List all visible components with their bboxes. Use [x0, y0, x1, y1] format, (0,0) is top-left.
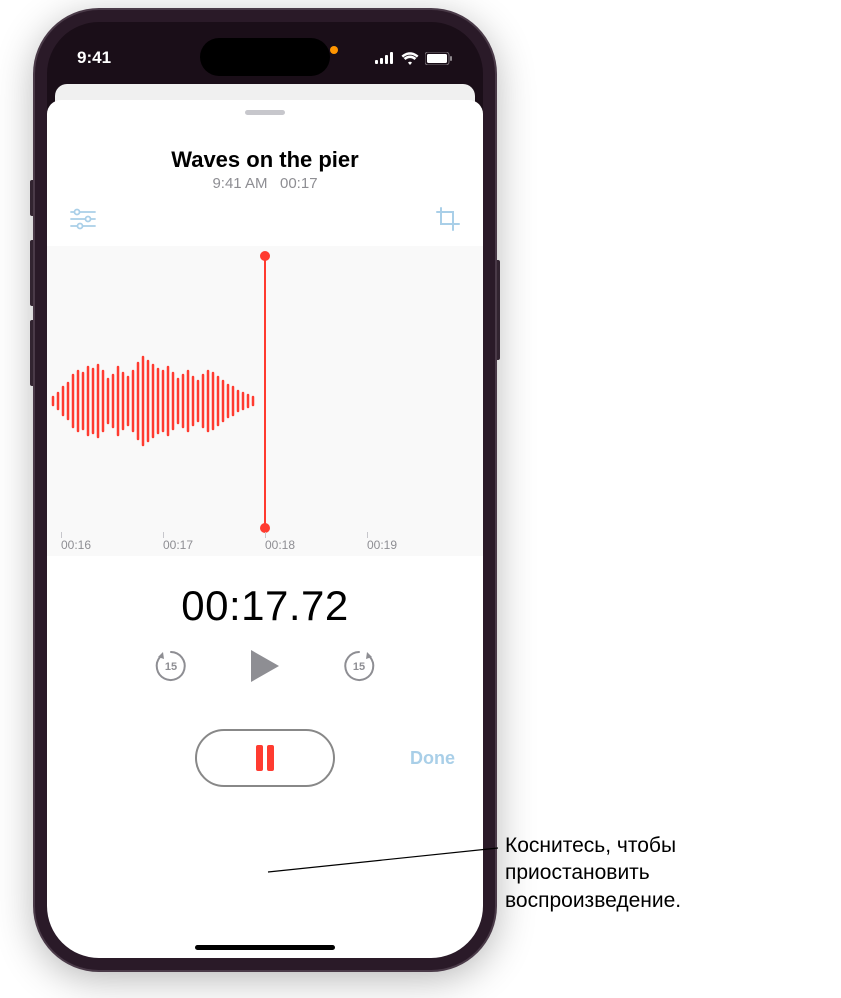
waveform-scrubber[interactable]: 00:16 00:17 00:18 00:19 [47, 246, 483, 556]
crop-icon[interactable] [435, 206, 461, 232]
pause-recording-button[interactable] [195, 729, 335, 787]
wifi-icon [401, 52, 419, 65]
status-time: 9:41 [77, 34, 111, 68]
recording-duration: 00:17 [280, 175, 318, 192]
skip-forward-15-button[interactable]: 15 [341, 648, 377, 689]
svg-text:15: 15 [165, 661, 177, 673]
recording-meta: 9:41 AM 00:17 [47, 175, 483, 192]
svg-text:15: 15 [353, 661, 365, 673]
home-indicator[interactable] [195, 945, 335, 950]
pause-icon [254, 745, 276, 771]
tick-label: 00:18 [265, 538, 295, 552]
recording-title[interactable]: Waves on the pier [47, 147, 483, 173]
tick-label: 00:19 [367, 538, 397, 552]
playhead[interactable] [264, 256, 266, 528]
elapsed-time: 00:17.72 [47, 582, 483, 630]
phone-frame: 9:41 Waves on the pier 9:41 AM [35, 10, 495, 970]
skip-back-15-button[interactable]: 15 [153, 648, 189, 689]
play-button[interactable] [249, 648, 281, 689]
tick-label: 00:17 [163, 538, 193, 552]
recording-time: 9:41 AM [212, 175, 267, 192]
sheet-grabber[interactable] [245, 110, 285, 115]
time-ticks: 00:16 00:17 00:18 00:19 [47, 538, 483, 552]
cell-signal-icon [375, 52, 395, 64]
tick-label: 00:16 [61, 538, 91, 552]
callout-text: Коснитесь, чтобы приостановить воспроизв… [505, 832, 681, 914]
battery-icon [425, 52, 453, 65]
phone-screen: 9:41 Waves on the pier 9:41 AM [47, 22, 483, 958]
dynamic-island [200, 38, 330, 76]
done-button[interactable]: Done [410, 748, 455, 769]
settings-sliders-icon[interactable] [69, 206, 97, 232]
recording-sheet: Waves on the pier 9:41 AM 00:17 [47, 100, 483, 958]
recording-indicator-dot [330, 46, 338, 54]
